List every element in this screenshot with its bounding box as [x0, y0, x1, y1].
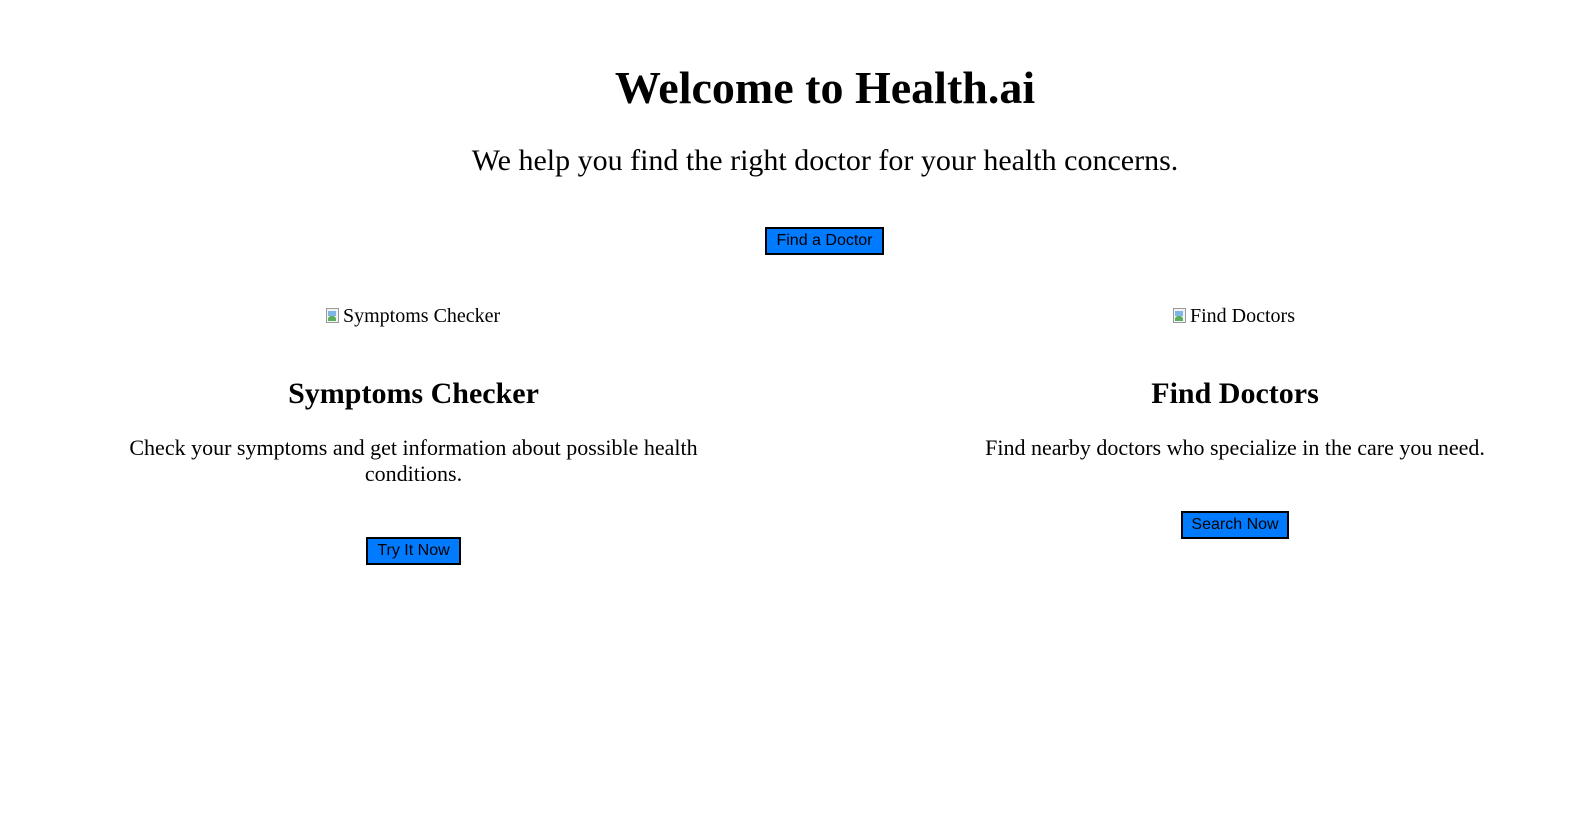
symptoms-checker-image-alt: Symptoms Checker: [343, 305, 501, 327]
search-now-button[interactable]: Search Now: [1181, 511, 1289, 539]
find-doctors-image-alt: Find Doctors: [1190, 305, 1295, 327]
page: Welcome to Health.ai We help you find th…: [0, 0, 1575, 837]
find-doctors-image: Find Doctors: [1172, 304, 1295, 328]
find-doctors-title: Find Doctors: [1151, 377, 1319, 410]
symptoms-checker-title: Symptoms Checker: [288, 377, 539, 410]
find-a-doctor-button[interactable]: Find a Doctor: [765, 227, 884, 255]
find-doctors-description: Find nearby doctors who specialize in th…: [985, 435, 1485, 460]
broken-image-icon: [325, 308, 341, 324]
try-it-now-button[interactable]: Try It Now: [366, 537, 461, 565]
broken-image-icon: [1172, 308, 1188, 324]
symptoms-checker-image: Symptoms Checker: [325, 304, 500, 328]
page-title: Welcome to Health.ai: [614, 62, 1036, 113]
symptoms-checker-description: Check your symptoms and get information …: [129, 435, 698, 486]
hero-subtitle: We help you find the right doctor for yo…: [471, 144, 1179, 177]
